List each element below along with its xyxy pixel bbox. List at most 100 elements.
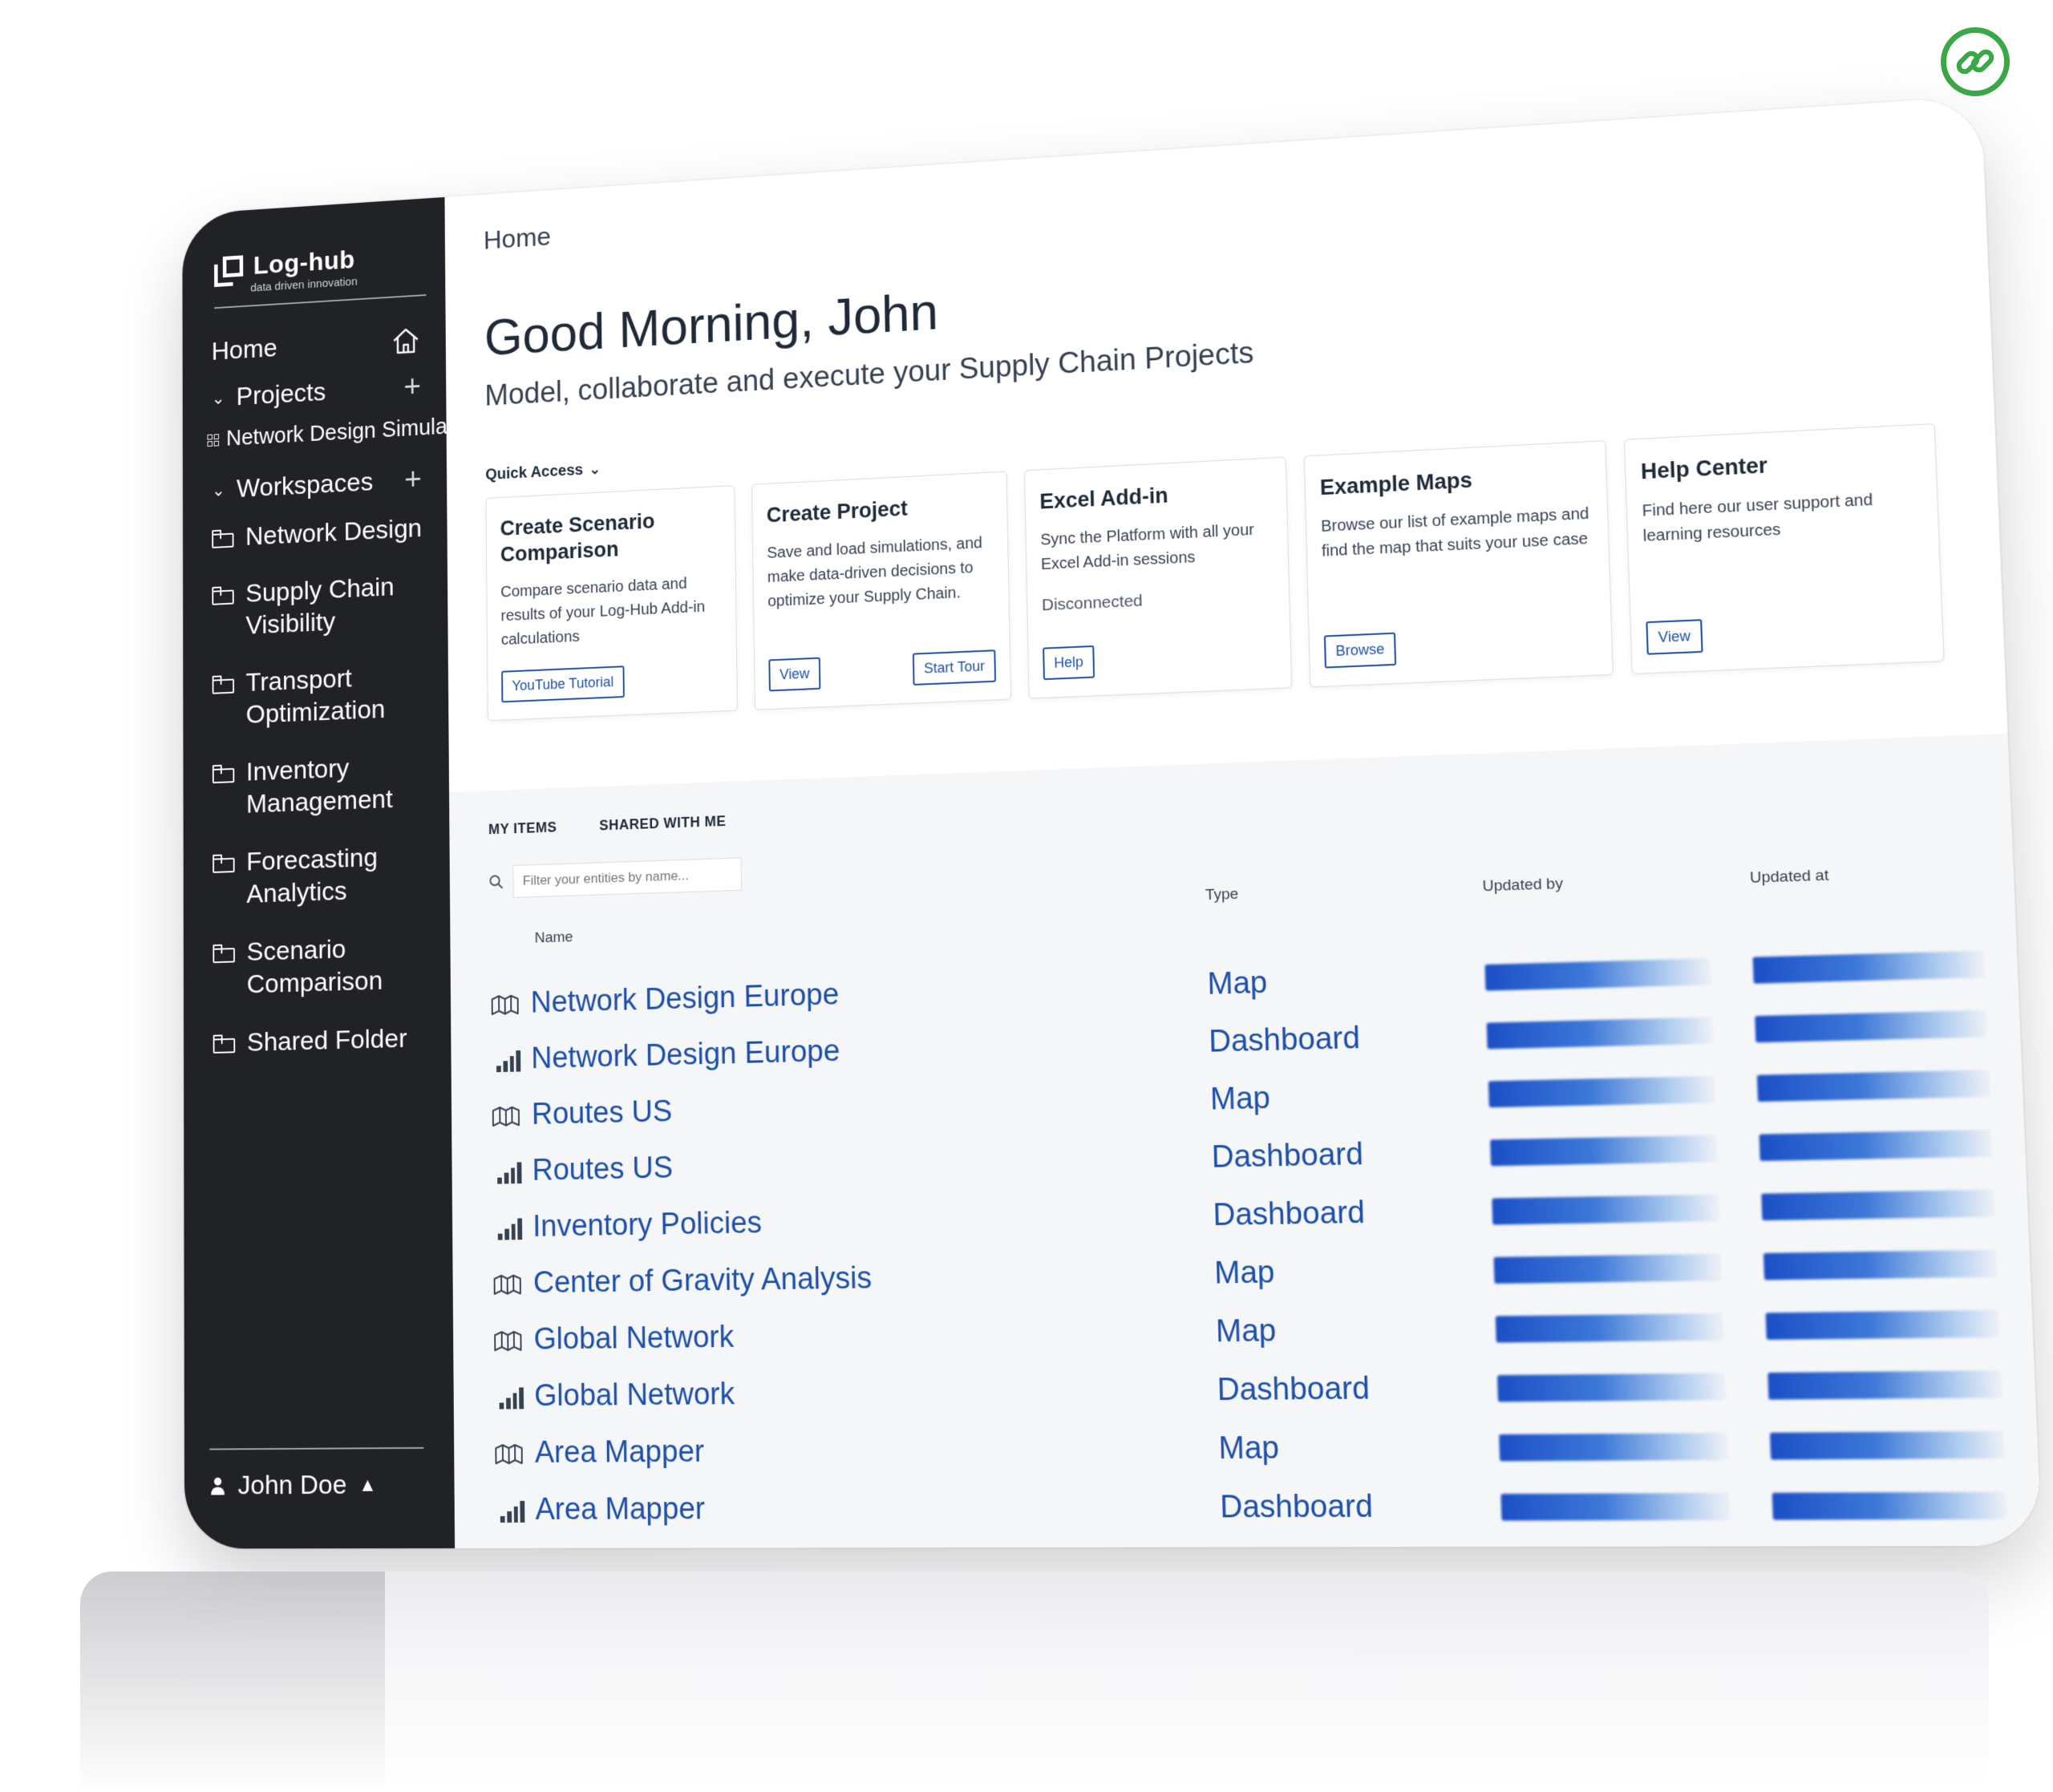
updated-by-redacted xyxy=(1486,1016,1714,1049)
updated-at-redacted xyxy=(1772,1491,2007,1520)
map-icon xyxy=(490,992,520,1016)
sidebar-item-workspace[interactable]: Transport Optimization xyxy=(208,651,427,750)
sidebar: Log-hub data driven innovation Home ⌄ Pr… xyxy=(182,196,472,1549)
updated-at-redacted xyxy=(1755,1009,1988,1042)
updated-by-redacted xyxy=(1488,1075,1716,1107)
main-content: Home Good Morning, John Model, collabora… xyxy=(444,95,2042,1549)
updated-by-redacted xyxy=(1492,1194,1720,1225)
card-button[interactable]: YouTube Tutorial xyxy=(501,665,625,703)
updated-at-redacted xyxy=(1752,950,1986,984)
home-label: Home xyxy=(211,333,277,366)
table-row[interactable]: Area Mapper Map xyxy=(493,1414,2005,1483)
item-type: Map xyxy=(1215,1313,1277,1349)
item-type: Map xyxy=(1218,1430,1280,1466)
workspace-label: Transport Optimization xyxy=(245,663,386,730)
item-name[interactable]: Network Design Europe xyxy=(531,978,840,1021)
user-name: John Doe xyxy=(237,1470,347,1501)
item-name[interactable]: Routes US xyxy=(532,1095,673,1132)
updated-by-redacted xyxy=(1493,1253,1722,1284)
updated-by-redacted xyxy=(1490,1135,1718,1166)
folder-icon xyxy=(212,674,234,694)
table-row[interactable]: Area Mapper Dashboard xyxy=(494,1474,2007,1539)
quick-access-card: Excel Add-in Sync the Platform with all y… xyxy=(1023,456,1293,699)
workspace-label: Shared Folder xyxy=(246,1023,407,1058)
workspace-label: Inventory Management xyxy=(245,753,393,819)
item-type: Dashboard xyxy=(1213,1195,1366,1233)
card-title: Create Scenario Comparison xyxy=(500,509,655,567)
updated-at-redacted xyxy=(1769,1430,2005,1460)
sidebar-item-workspace[interactable]: Shared Folder xyxy=(209,1013,430,1077)
sidebar-item-workspace[interactable]: Network Design xyxy=(208,504,427,572)
quick-access-card: Example Maps Browse our list of example m… xyxy=(1303,440,1614,688)
card-description: Compare scenario data and results of you… xyxy=(500,574,706,649)
card-title: Excel Add-in xyxy=(1039,483,1169,514)
item-name[interactable]: Area Mapper xyxy=(535,1435,705,1470)
user-icon xyxy=(211,1477,225,1495)
chevron-down-icon: ⌄ xyxy=(212,479,225,500)
items-panel: MY ITEMS SHARED WITH ME Name Type Update… xyxy=(449,734,2042,1549)
updated-at-redacted xyxy=(1761,1189,1995,1220)
sidebar-item-workspace[interactable]: Scenario Comparison xyxy=(209,922,430,1019)
home-icon xyxy=(391,326,421,356)
item-name[interactable]: Routes US xyxy=(532,1151,673,1188)
chevron-down-icon: ⌄ xyxy=(211,388,225,408)
add-workspace-icon[interactable]: + xyxy=(404,463,422,498)
sidebar-item-workspace[interactable]: Forecasting Analytics xyxy=(209,831,429,929)
table-row[interactable]: Transport Optimization AsiaMap xyxy=(494,1535,2008,1550)
card-button[interactable]: View xyxy=(768,657,821,692)
updated-by-redacted xyxy=(1500,1492,1731,1521)
app-window: Log-hub data driven innovation Home ⌄ Pr… xyxy=(182,95,2042,1549)
logo-mark-icon xyxy=(214,255,244,288)
column-type[interactable]: Type xyxy=(1205,878,1484,927)
quick-access-label: Quick Access xyxy=(485,461,584,483)
updated-at-redacted xyxy=(1765,1309,2000,1340)
card-description: Find here our user support and learning … xyxy=(1642,491,1873,545)
item-type: Dashboard xyxy=(1219,1489,1374,1525)
card-button[interactable]: Browse xyxy=(1323,632,1397,669)
folder-icon xyxy=(212,764,235,783)
card-status: Disconnected xyxy=(1041,591,1143,615)
item-name[interactable]: Network Design Europe xyxy=(531,1034,840,1076)
card-button[interactable]: View xyxy=(1646,619,1703,655)
sidebar-item-workspace[interactable]: Inventory Management xyxy=(208,741,428,839)
filter-input[interactable] xyxy=(512,857,743,898)
item-name[interactable]: Center of Gravity Analysis xyxy=(533,1261,873,1301)
sidebar-item-workspace[interactable]: Supply Chain Visibility xyxy=(208,561,427,661)
tab-my-items[interactable]: MY ITEMS xyxy=(488,819,557,846)
column-updated-at[interactable]: Updated at xyxy=(1750,863,1974,911)
bar-chart-icon xyxy=(493,1385,524,1410)
workspace-label: Supply Chain Visibility xyxy=(245,572,395,641)
bar-chart-icon xyxy=(491,1159,522,1184)
map-icon xyxy=(491,1103,521,1127)
user-menu[interactable]: John Doe ▲ xyxy=(209,1470,423,1502)
updated-at-redacted xyxy=(1756,1069,1990,1102)
card-button[interactable]: Help xyxy=(1043,645,1095,681)
item-name[interactable]: Inventory Policies xyxy=(532,1206,762,1244)
bar-chart-icon xyxy=(492,1216,523,1240)
column-name[interactable]: Name xyxy=(489,887,1206,949)
quick-access-card: Create Scenario Comparison Compare scenar… xyxy=(485,485,738,722)
add-project-icon[interactable]: + xyxy=(403,370,421,405)
item-type: Map xyxy=(1209,1081,1271,1117)
card-button[interactable]: Start Tour xyxy=(913,649,997,686)
item-name[interactable]: Global Network xyxy=(534,1377,735,1414)
column-updated-by[interactable]: Updated by xyxy=(1482,869,1751,919)
floor-reflection xyxy=(80,1572,1989,1792)
updated-at-redacted xyxy=(1768,1369,2002,1400)
folder-icon xyxy=(213,1034,236,1054)
folder-icon xyxy=(213,944,235,963)
item-type: Dashboard xyxy=(1211,1137,1364,1175)
item-type: Dashboard xyxy=(1208,1021,1361,1059)
workspaces-label: Workspaces xyxy=(236,467,374,504)
card-title: Example Maps xyxy=(1319,467,1473,500)
bar-chart-icon xyxy=(494,1498,525,1523)
item-name[interactable]: Area Mapper xyxy=(535,1492,705,1527)
updated-by-redacted xyxy=(1495,1313,1724,1343)
item-name[interactable]: Global Network xyxy=(533,1321,734,1357)
logo-divider xyxy=(214,294,427,309)
projects-label: Projects xyxy=(236,377,326,411)
card-description: Sync the Platform with all your Excel Ad… xyxy=(1040,520,1255,573)
tab-shared-with-me[interactable]: SHARED WITH ME xyxy=(599,813,726,842)
item-type: Dashboard xyxy=(1217,1371,1371,1408)
workspace-label: Scenario Comparison xyxy=(246,933,383,1000)
